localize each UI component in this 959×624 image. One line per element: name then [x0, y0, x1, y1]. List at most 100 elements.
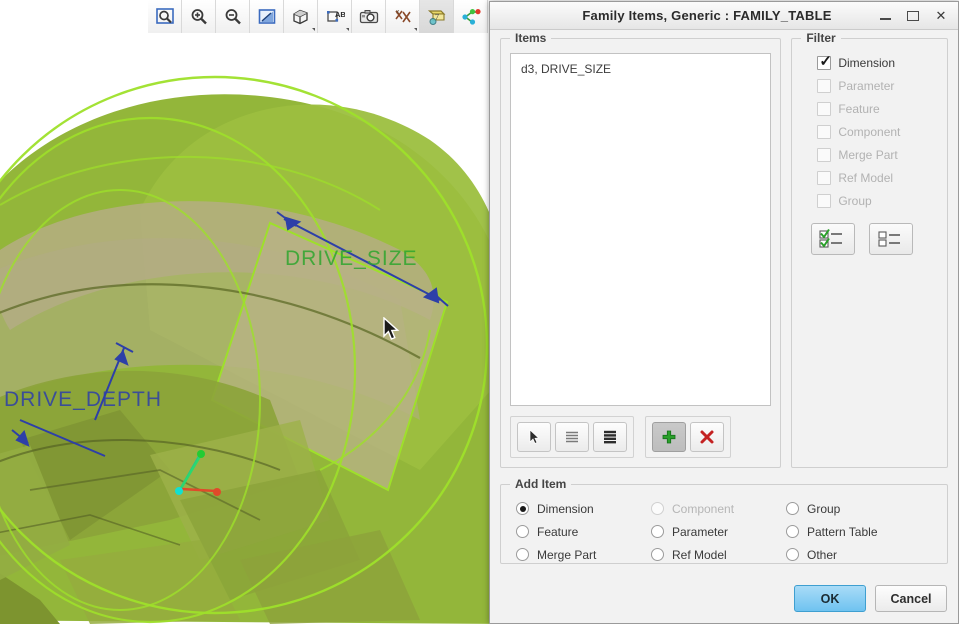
filter-label-merge-part: Merge Part	[838, 147, 898, 162]
add-item-label-dimension: Dimension	[537, 501, 594, 516]
zoom-in-icon[interactable]	[182, 0, 216, 33]
filter-row-group: Group	[801, 189, 938, 212]
add-item-feature[interactable]: Feature	[516, 520, 651, 543]
checkbox-group	[817, 193, 832, 208]
filter-label-parameter: Parameter	[838, 78, 895, 93]
svg-text:x: x	[396, 9, 399, 15]
filter-row-ref-model: Ref Model	[801, 166, 938, 189]
chevron-down-icon[interactable]	[414, 28, 417, 31]
dialog-title: Family Items, Generic : FAMILY_TABLE	[582, 8, 832, 23]
filter-checkbox-list[interactable]: ✓ Dimension Parameter Feature Component	[801, 51, 938, 212]
add-item-parameter[interactable]: Parameter	[651, 520, 786, 543]
add-item-group-opt[interactable]: Group	[786, 497, 921, 520]
add-item-ref-model[interactable]: Ref Model	[651, 543, 786, 566]
minimize-button[interactable]	[878, 9, 892, 23]
items-group-label: Items	[510, 31, 552, 45]
add-item-button[interactable]	[652, 422, 686, 452]
window-controls[interactable]: ✕	[878, 9, 958, 23]
add-item-radio-grid[interactable]: Dimension Component Group Feature Parame…	[510, 497, 938, 566]
zoom-out-icon[interactable]	[216, 0, 250, 33]
filter-label-component: Component	[838, 124, 901, 139]
dimension-label-drive-depth: DRIVE_DEPTH	[4, 388, 162, 411]
list-item[interactable]: d3, DRIVE_SIZE	[519, 60, 762, 79]
add-item-component: Component	[651, 497, 786, 520]
filter-label-group: Group	[838, 193, 872, 208]
filter-label-dimension: Dimension	[838, 55, 896, 70]
clear-all-filters-button[interactable]	[869, 223, 914, 255]
red-x-icon	[700, 430, 714, 444]
radio-merge-part[interactable]	[516, 548, 529, 561]
add-item-group: Add Item Dimension Component Group Featu…	[500, 477, 948, 566]
filter-group: Filter ✓ Dimension Parameter Feature Com…	[791, 31, 948, 468]
dialog-titlebar[interactable]: Family Items, Generic : FAMILY_TABLE ✕	[490, 2, 958, 30]
list-detail-button[interactable]	[593, 422, 627, 452]
list-bold-lines-icon	[604, 430, 616, 444]
annotation-display-icon[interactable]: AB	[318, 0, 352, 33]
checkbox-component	[817, 124, 832, 139]
add-item-label-component: Component	[672, 501, 735, 516]
add-item-merge-part[interactable]: Merge Part	[516, 543, 651, 566]
items-view-buttons	[510, 416, 634, 458]
radio-ref-model[interactable]	[651, 548, 664, 561]
add-item-group-label: Add Item	[510, 477, 572, 491]
radio-parameter[interactable]	[651, 525, 664, 538]
add-item-label-merge-part: Merge Part	[537, 547, 597, 562]
add-item-label-feature: Feature	[537, 524, 579, 539]
cad-model: DRIVE_SIZE DRIVE_DEPTH	[0, 75, 489, 624]
dialog-footer: OK Cancel	[490, 576, 958, 623]
radio-dimension[interactable]	[516, 502, 529, 515]
add-item-label-other: Other	[807, 547, 838, 562]
select-all-filters-button[interactable]	[811, 223, 856, 255]
add-item-label-ref-model: Ref Model	[672, 547, 727, 562]
list-compact-button[interactable]	[555, 422, 589, 452]
checkbox-parameter	[817, 78, 832, 93]
chevron-down-icon[interactable]	[346, 28, 349, 31]
axis-display-icon[interactable]	[454, 0, 488, 33]
delete-item-button[interactable]	[690, 422, 724, 452]
dimension-label-drive-size: DRIVE_SIZE	[285, 247, 418, 270]
add-item-dimension[interactable]: Dimension	[516, 497, 651, 520]
repaint-icon[interactable]	[250, 0, 284, 33]
plus-icon	[662, 430, 676, 444]
items-list[interactable]: d3, DRIVE_SIZE	[510, 53, 772, 406]
filter-row-component: Component	[801, 120, 938, 143]
maximize-button[interactable]	[906, 9, 920, 23]
display-style-icon[interactable]	[284, 0, 318, 33]
chevron-down-icon[interactable]	[312, 28, 315, 31]
saved-view-icon[interactable]	[352, 0, 386, 33]
add-item-label-pattern-table: Pattern Table	[807, 524, 878, 539]
items-action-buttons	[645, 416, 731, 458]
add-item-label-parameter: Parameter	[672, 524, 729, 539]
items-group: Items d3, DRIVE_SIZE	[500, 31, 782, 468]
radio-feature[interactable]	[516, 525, 529, 538]
cancel-button[interactable]: Cancel	[875, 585, 947, 612]
radio-pattern-table[interactable]	[786, 525, 799, 538]
items-toolbar[interactable]	[510, 416, 771, 458]
add-item-pattern-table[interactable]: Pattern Table	[786, 520, 921, 543]
filter-row-feature: Feature	[801, 97, 938, 120]
datum-display-icon[interactable]: x	[386, 0, 420, 33]
empty-list-icon	[878, 231, 901, 247]
radio-other[interactable]	[786, 548, 799, 561]
filter-row-dimension[interactable]: ✓ Dimension	[801, 51, 938, 74]
filter-buttons[interactable]	[801, 223, 938, 255]
filter-group-label: Filter	[801, 31, 841, 45]
view-toolbar[interactable]: AB x 7	[148, 0, 488, 33]
add-item-other[interactable]: Other	[786, 543, 921, 566]
radio-group[interactable]	[786, 502, 799, 515]
filter-label-feature: Feature	[838, 101, 880, 116]
svg-text:AB: AB	[335, 10, 345, 19]
checkbox-dimension[interactable]: ✓	[817, 54, 832, 70]
ok-button[interactable]: OK	[794, 585, 866, 612]
add-item-label-group: Group	[807, 501, 841, 516]
select-pointer-button[interactable]	[517, 422, 551, 452]
family-items-dialog[interactable]: Family Items, Generic : FAMILY_TABLE ✕ I…	[489, 1, 959, 624]
checkbox-ref-model	[817, 170, 832, 185]
checked-list-icon	[819, 228, 843, 248]
plane-display-icon[interactable]: 7	[420, 0, 454, 33]
filter-row-parameter: Parameter	[801, 74, 938, 97]
close-button[interactable]: ✕	[934, 9, 948, 23]
pointer-icon	[529, 429, 540, 444]
list-lines-icon	[566, 431, 578, 443]
zoom-fit-icon[interactable]	[148, 0, 182, 33]
